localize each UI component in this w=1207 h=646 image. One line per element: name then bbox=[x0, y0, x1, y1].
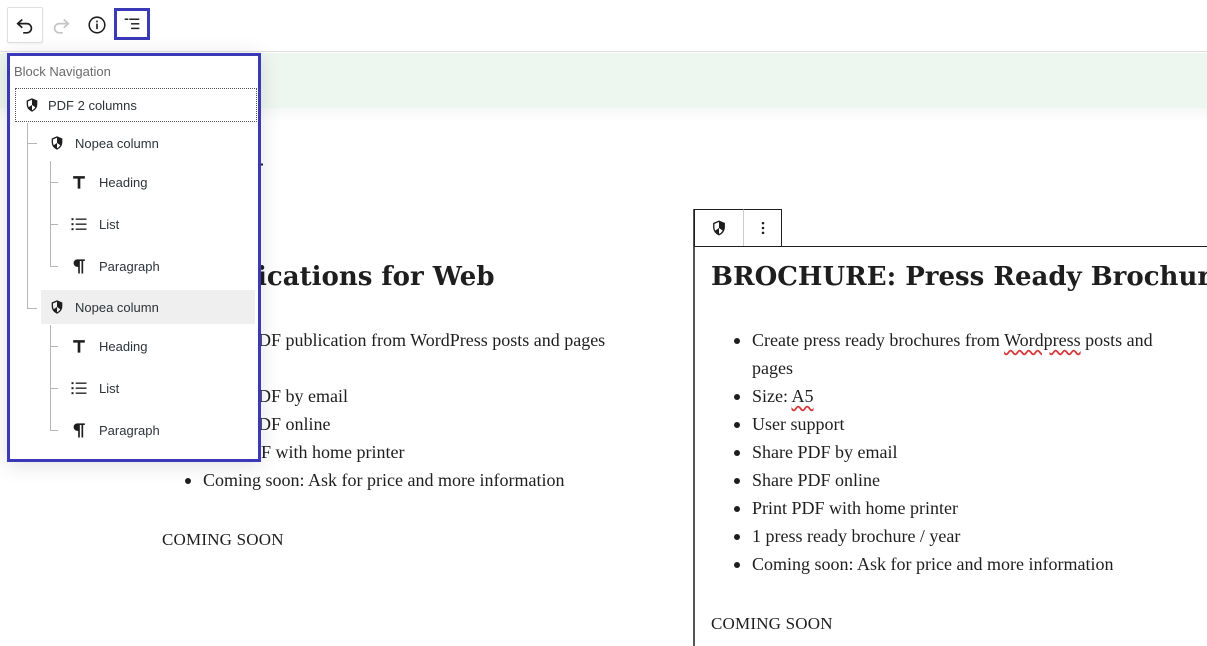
block-toolbar bbox=[694, 209, 1207, 247]
more-options-button[interactable] bbox=[744, 209, 782, 246]
spelling-error: Wordpress bbox=[1004, 330, 1081, 350]
list-item: User support bbox=[711, 410, 1191, 438]
redo-icon bbox=[53, 18, 70, 34]
block-navigation-button[interactable] bbox=[114, 8, 150, 40]
spelling-error: A5 bbox=[791, 386, 814, 406]
nav-item-heading[interactable]: Heading bbox=[67, 329, 257, 363]
nav-item-label: Paragraph bbox=[99, 258, 160, 274]
list-view-icon bbox=[124, 18, 140, 30]
shield-icon bbox=[713, 220, 725, 236]
block-navigation-popover: Block Navigation PDF 2 columns Nopea col… bbox=[7, 53, 261, 462]
more-vertical-icon bbox=[761, 221, 764, 235]
heading-icon bbox=[73, 176, 85, 189]
nav-item-label: Heading bbox=[99, 174, 148, 190]
nav-item-label: List bbox=[99, 216, 120, 232]
nav-item-label: Nopea column bbox=[75, 135, 159, 151]
nav-item-list[interactable]: List bbox=[67, 371, 257, 405]
list-item: 1 press ready brochure / year bbox=[711, 522, 1191, 550]
right-column-list[interactable]: Create press ready brochures from Wordpr… bbox=[711, 326, 1191, 578]
shield-icon bbox=[51, 136, 63, 150]
redo-button[interactable] bbox=[43, 7, 79, 43]
list-item: Create press ready brochures from Wordpr… bbox=[711, 326, 1191, 382]
block-type-button[interactable] bbox=[694, 209, 744, 246]
nav-item-label: Paragraph bbox=[99, 422, 160, 438]
nav-item-paragraph[interactable]: Paragraph bbox=[67, 249, 257, 283]
list-item: Print PDF with home printer bbox=[711, 494, 1191, 522]
left-column-paragraph[interactable]: COMING SOON bbox=[162, 530, 284, 550]
nav-item-label: Heading bbox=[99, 338, 148, 354]
nav-item-nopea-column-2[interactable]: Nopea column bbox=[41, 290, 255, 324]
nav-item-pdf-2-columns[interactable]: PDF 2 columns bbox=[15, 88, 257, 122]
right-column-heading[interactable]: BROCHURE: Press Ready Brochure bbox=[711, 262, 1207, 292]
list-item: Coming soon: Ask for price and more info… bbox=[162, 466, 652, 494]
info-button[interactable] bbox=[79, 7, 115, 43]
nav-item-list[interactable]: List bbox=[67, 207, 257, 241]
left-column-heading[interactable]: blications for Web bbox=[229, 262, 495, 292]
nav-item-label: Nopea column bbox=[75, 299, 159, 315]
heading-icon bbox=[73, 340, 85, 353]
list-item: Share PDF by email bbox=[711, 438, 1191, 466]
right-column-paragraph[interactable]: COMING SOON bbox=[711, 614, 833, 634]
popover-title: Block Navigation bbox=[14, 64, 111, 79]
info-icon bbox=[88, 16, 106, 34]
undo-icon bbox=[16, 18, 33, 34]
nav-item-paragraph[interactable]: Paragraph bbox=[67, 413, 257, 447]
shield-icon bbox=[51, 300, 63, 314]
selected-column-border bbox=[693, 209, 695, 646]
list-icon bbox=[71, 218, 87, 231]
nav-item-label: PDF 2 columns bbox=[48, 97, 137, 113]
list-item: Share PDF online bbox=[711, 466, 1191, 494]
paragraph-icon bbox=[73, 423, 85, 438]
nav-item-heading[interactable]: Heading bbox=[67, 165, 257, 199]
undo-button[interactable] bbox=[7, 7, 43, 43]
nav-item-nopea-column-1[interactable]: Nopea column bbox=[41, 126, 255, 160]
shield-icon bbox=[26, 98, 38, 112]
editor-toolbar bbox=[0, 0, 1207, 52]
paragraph-icon bbox=[73, 259, 85, 274]
nav-item-label: List bbox=[99, 380, 120, 396]
list-item: Size: A5 bbox=[711, 382, 1191, 410]
list-icon bbox=[71, 382, 87, 395]
list-item: Coming soon: Ask for price and more info… bbox=[711, 550, 1191, 578]
